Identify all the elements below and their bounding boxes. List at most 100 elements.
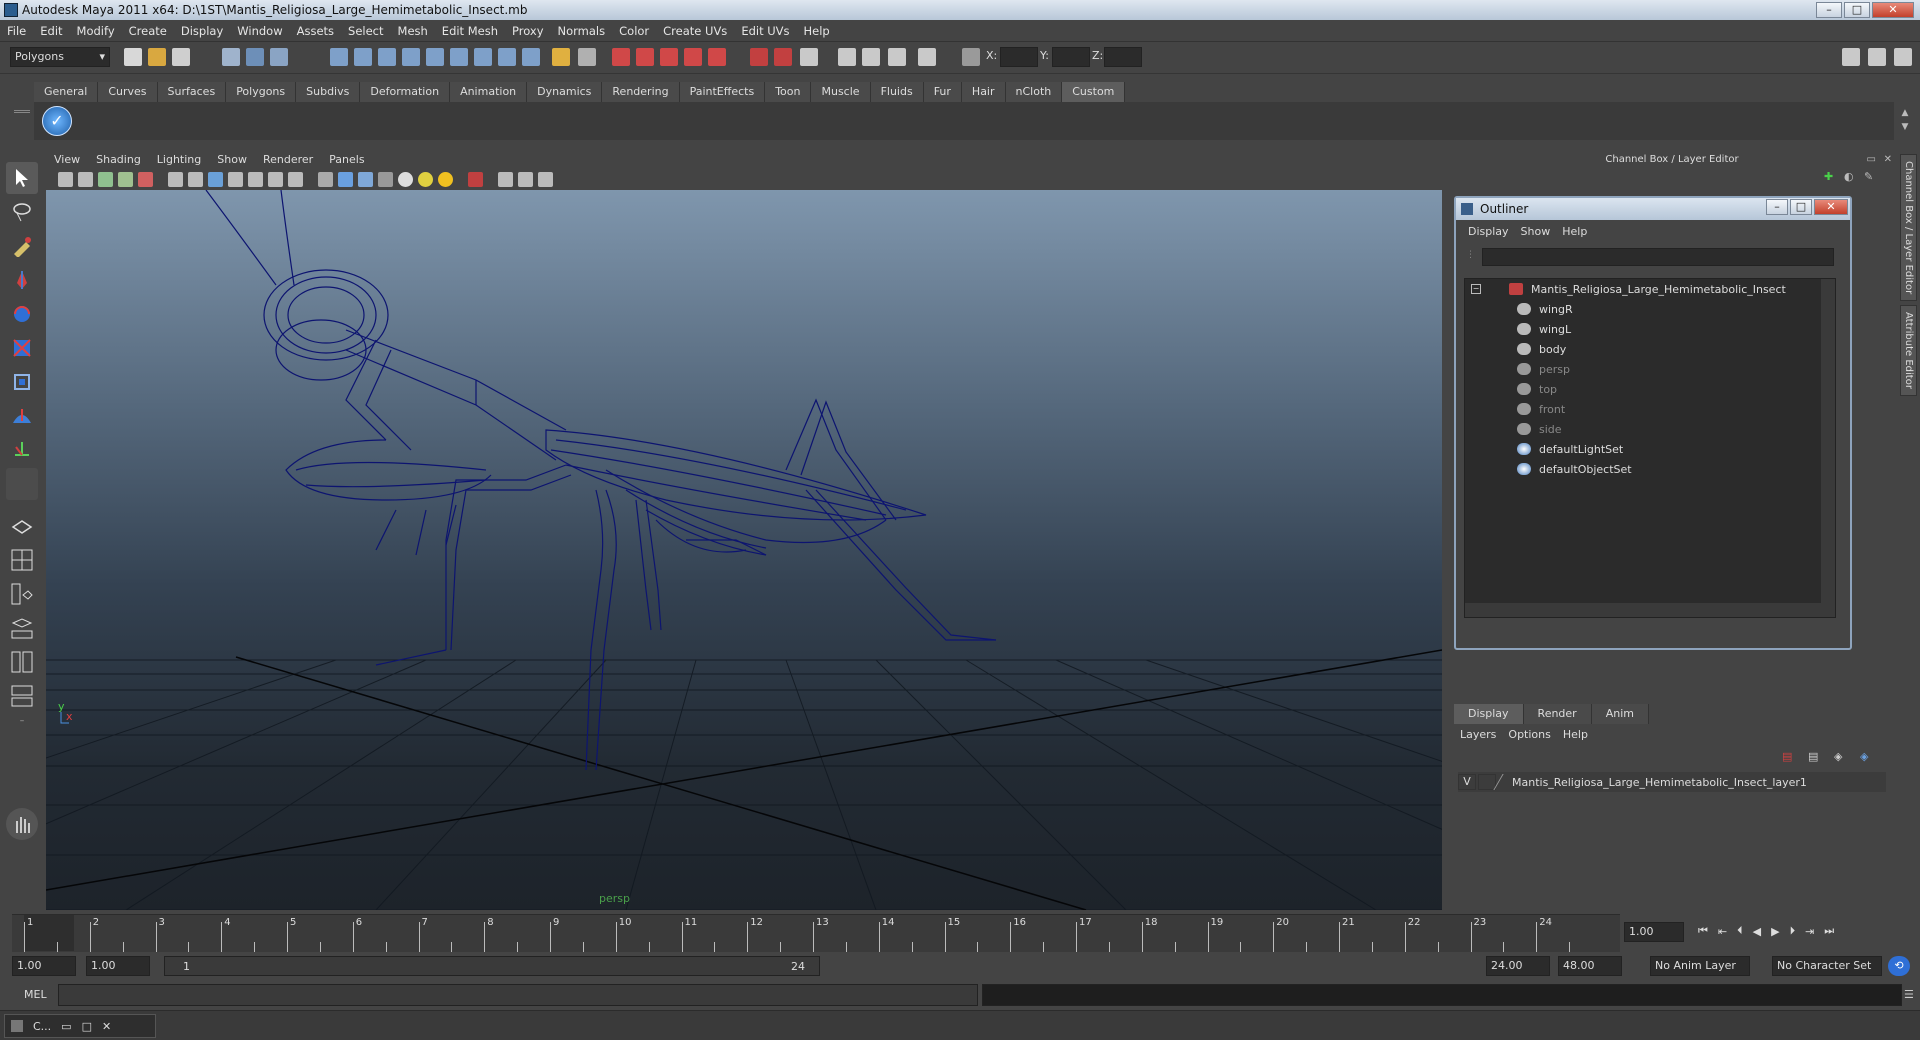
gate-mask-icon[interactable] xyxy=(228,172,243,187)
shelf-scroll-icon[interactable]: ▲ ▼ xyxy=(1898,106,1912,134)
universal-manipulator-icon[interactable] xyxy=(6,366,38,398)
layout-single-perspective-icon[interactable] xyxy=(6,510,38,542)
close-panel-icon[interactable]: ✕ xyxy=(1884,150,1892,170)
outliner-item-body[interactable]: body xyxy=(1465,339,1835,359)
outliner-item-front[interactable]: front xyxy=(1465,399,1835,419)
camera-attributes-icon[interactable] xyxy=(78,172,93,187)
command-language-label[interactable]: MEL xyxy=(24,988,47,1001)
close-icon[interactable]: ✕ xyxy=(102,1020,111,1033)
restore-icon[interactable]: ▭ xyxy=(61,1020,71,1033)
go-to-start-icon[interactable]: ⏮ xyxy=(1698,924,1708,938)
outliner-filter-icon[interactable]: ⋮ xyxy=(1466,250,1478,264)
auto-keyframe-icon[interactable]: ⟲ xyxy=(1888,956,1910,976)
channel-box-sync-icon[interactable]: ◐ xyxy=(1844,170,1854,183)
menu-display[interactable]: Display xyxy=(174,20,230,42)
grid-toggle-icon[interactable] xyxy=(168,172,183,187)
field-chart-icon[interactable] xyxy=(248,172,263,187)
panel-menu-panels[interactable]: Panels xyxy=(321,150,372,170)
textured-icon[interactable] xyxy=(378,172,393,187)
shelf-tab-dynamics[interactable]: Dynamics xyxy=(527,82,603,102)
playback-end-field[interactable]: 24.00 xyxy=(1486,956,1550,976)
image-plane-icon[interactable] xyxy=(118,172,133,187)
step-forward-frame-icon[interactable]: ⏵ xyxy=(1790,924,1796,938)
rendering-icon[interactable] xyxy=(498,48,516,66)
make-live-icon[interactable] xyxy=(708,48,726,66)
outliner-item-default-light-set[interactable]: defaultLightSet xyxy=(1465,439,1835,459)
outliner-item-mantis[interactable]: − Mantis_Religiosa_Large_Hemimetabolic_I… xyxy=(1465,279,1835,299)
step-back-frame-icon[interactable]: ⏴ xyxy=(1737,924,1743,938)
menu-create-uvs[interactable]: Create UVs xyxy=(656,20,734,42)
toolbox-more-icon[interactable]: – xyxy=(6,714,38,728)
default-lighting-icon[interactable] xyxy=(398,172,413,187)
script-editor-icon[interactable]: ☰ xyxy=(1904,988,1914,1001)
dynamics-icon[interactable] xyxy=(474,48,492,66)
z-field[interactable] xyxy=(1104,47,1142,67)
high-quality-icon[interactable] xyxy=(538,172,553,187)
select-component-icon[interactable] xyxy=(270,48,288,66)
menu-modify[interactable]: Modify xyxy=(70,20,122,42)
outliner-menu-help[interactable]: Help xyxy=(1556,225,1593,238)
shelf-tab-hair[interactable]: Hair xyxy=(961,82,1006,102)
layer-row[interactable]: V Mantis_Religiosa_Large_Hemimetabolic_I… xyxy=(1458,772,1886,792)
camera-select-icon[interactable] xyxy=(58,172,73,187)
menu-edit-uvs[interactable]: Edit UVs xyxy=(734,20,796,42)
shelf-tab-fluids[interactable]: Fluids xyxy=(870,82,924,102)
two-d-pan-zoom-icon[interactable] xyxy=(138,172,153,187)
outliner-close-button[interactable]: ✕ xyxy=(1814,199,1848,215)
show-tool-settings-icon[interactable] xyxy=(1868,48,1886,66)
layout-four-view-icon[interactable] xyxy=(6,544,38,576)
new-scene-icon[interactable] xyxy=(124,48,142,66)
panel-menu-renderer[interactable]: Renderer xyxy=(255,150,321,170)
layout-manager-icon[interactable] xyxy=(6,808,38,840)
outliner-item-top[interactable]: top xyxy=(1465,379,1835,399)
surfaces-icon[interactable] xyxy=(426,48,444,66)
step-back-key-icon[interactable]: ⇤ xyxy=(1718,925,1727,938)
highlight-selection-icon[interactable] xyxy=(578,48,596,66)
channel-box-pin-icon[interactable]: ✎ xyxy=(1864,170,1873,183)
shadows-icon[interactable] xyxy=(438,172,453,187)
time-slider[interactable]: 1 2 3 4 5 6 7 8 9 10 11 12 13 14 15 16 17 18 19 20 21 22 23 24 xyxy=(12,914,1622,952)
current-frame-field[interactable]: 1.00 xyxy=(1624,922,1684,942)
resolution-gate-icon[interactable] xyxy=(208,172,223,187)
isolate-select-icon[interactable] xyxy=(468,172,483,187)
menu-normals[interactable]: Normals xyxy=(551,20,613,42)
misc-icon[interactable] xyxy=(522,48,540,66)
show-manipulator-icon[interactable] xyxy=(6,434,38,466)
layer-tab-display[interactable]: Display xyxy=(1454,704,1524,724)
snap-grid-icon[interactable] xyxy=(612,48,630,66)
joints-icon[interactable] xyxy=(378,48,396,66)
last-tool-icon[interactable] xyxy=(6,468,38,500)
absolute-transform-icon[interactable] xyxy=(962,48,980,66)
y-field[interactable] xyxy=(1052,47,1090,67)
layer-menu-help[interactable]: Help xyxy=(1563,728,1588,741)
xray-joints-icon[interactable] xyxy=(518,172,533,187)
menu-window[interactable]: Window xyxy=(230,20,289,42)
shelf-tab-toon[interactable]: Toon xyxy=(765,82,812,102)
outliner-menu-show[interactable]: Show xyxy=(1515,225,1557,238)
shelf-tab-surfaces[interactable]: Surfaces xyxy=(157,82,227,102)
curves-icon[interactable] xyxy=(402,48,420,66)
all-lights-icon[interactable] xyxy=(418,172,433,187)
menu-mesh[interactable]: Mesh xyxy=(391,20,435,42)
safe-action-icon[interactable] xyxy=(268,172,283,187)
outliner-vscrollbar[interactable] xyxy=(1821,279,1835,617)
shelf-tab-fur[interactable]: Fur xyxy=(923,82,962,102)
move-layer-up-icon[interactable]: ▤ xyxy=(1782,750,1792,763)
snap-curve-icon[interactable] xyxy=(636,48,654,66)
shelf-tab-polygons[interactable]: Polygons xyxy=(226,82,297,102)
outliner-minimize-button[interactable]: – xyxy=(1766,199,1788,215)
character-set-dropdown[interactable]: No Character Set xyxy=(1772,956,1882,976)
smooth-shade-icon[interactable] xyxy=(338,172,353,187)
snap-view-plane-icon[interactable] xyxy=(684,48,702,66)
xray-icon[interactable] xyxy=(498,172,513,187)
shelf-tab-muscle[interactable]: Muscle xyxy=(811,82,871,102)
menu-help[interactable]: Help xyxy=(797,20,837,42)
play-forwards-icon[interactable]: ▶ xyxy=(1771,925,1779,938)
side-tab-attribute-editor[interactable]: Attribute Editor xyxy=(1900,305,1917,397)
x-field[interactable] xyxy=(1000,47,1038,67)
layer-color-swatch[interactable] xyxy=(1493,774,1513,790)
maximize-button[interactable]: □ xyxy=(1844,2,1870,18)
panel-menu-lighting[interactable]: Lighting xyxy=(149,150,209,170)
lasso-tool-icon[interactable] xyxy=(6,196,38,228)
shelf-tab-general[interactable]: General xyxy=(34,82,99,102)
